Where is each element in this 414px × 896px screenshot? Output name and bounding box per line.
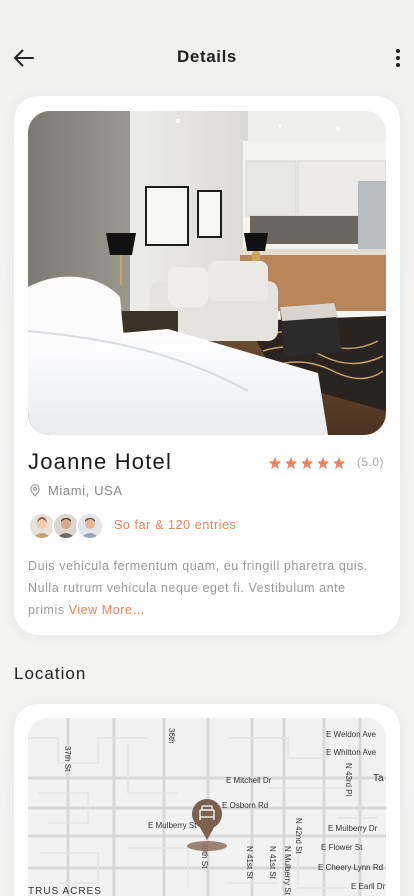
hotel-card: Joanne Hotel (5.0) Miami, USA So far & 1…	[14, 96, 400, 635]
entries-count[interactable]: So far & 120 entries	[114, 518, 236, 532]
map-label: N 41st St	[268, 846, 277, 880]
hotel-location: Miami, USA	[28, 482, 123, 498]
map-label: E Osborn Rd	[222, 801, 268, 810]
map-label: E Mulberry Dr	[328, 824, 378, 833]
star-icon	[332, 457, 346, 469]
map-card: 37th St 36th E Weldon Ave E Whitton Ave …	[14, 704, 400, 896]
rating-value: (5.0)	[356, 455, 384, 469]
star-icon	[300, 457, 314, 469]
map-label: Ta	[373, 773, 384, 784]
view-more-link[interactable]: View More…	[69, 603, 146, 617]
top-app-bar: Details	[0, 0, 414, 100]
hotel-room-image	[28, 111, 386, 435]
map-label: E Mitchell Dr	[226, 776, 272, 785]
rating-stars	[268, 456, 346, 470]
map-label: E Cheery Lynn Rd	[318, 863, 383, 872]
avatar	[76, 512, 104, 540]
map-label: TRUS ACRES	[28, 886, 102, 896]
map-label: E Whitton Ave	[326, 748, 377, 757]
star-icon	[284, 457, 298, 469]
map-label: 36th	[167, 728, 176, 744]
map-label: N Mulberry St	[283, 846, 292, 896]
location-text: Miami, USA	[48, 482, 123, 498]
hotel-photo[interactable]	[28, 111, 386, 435]
more-options-button[interactable]	[390, 44, 406, 72]
star-icon	[268, 457, 282, 469]
reviewer-avatars[interactable]	[28, 512, 104, 540]
location-heading: Location	[14, 664, 87, 683]
map-label: 37th St	[63, 746, 72, 772]
more-vertical-icon	[396, 49, 400, 53]
page-title: Details	[177, 47, 237, 66]
hotel-name: Joanne Hotel	[28, 449, 173, 474]
map-label: E Mulberry St	[148, 821, 197, 830]
map-label: E Flower St	[321, 843, 363, 852]
map-label: N 41st St	[245, 846, 254, 880]
map-canvas: 37th St 36th E Weldon Ave E Whitton Ave …	[28, 718, 386, 896]
map-label: E Earll Dr	[351, 882, 386, 891]
map-pin-icon	[30, 484, 40, 497]
star-icon	[316, 457, 330, 469]
location-map[interactable]: 37th St 36th E Weldon Ave E Whitton Ave …	[28, 718, 386, 896]
map-label: N 42nd St	[294, 818, 303, 854]
map-label: E Weldon Ave	[326, 730, 377, 739]
hotel-description: Duis vehicula fermentum quam, eu fringil…	[28, 555, 384, 621]
map-label: N 43rd Pl	[344, 763, 353, 797]
